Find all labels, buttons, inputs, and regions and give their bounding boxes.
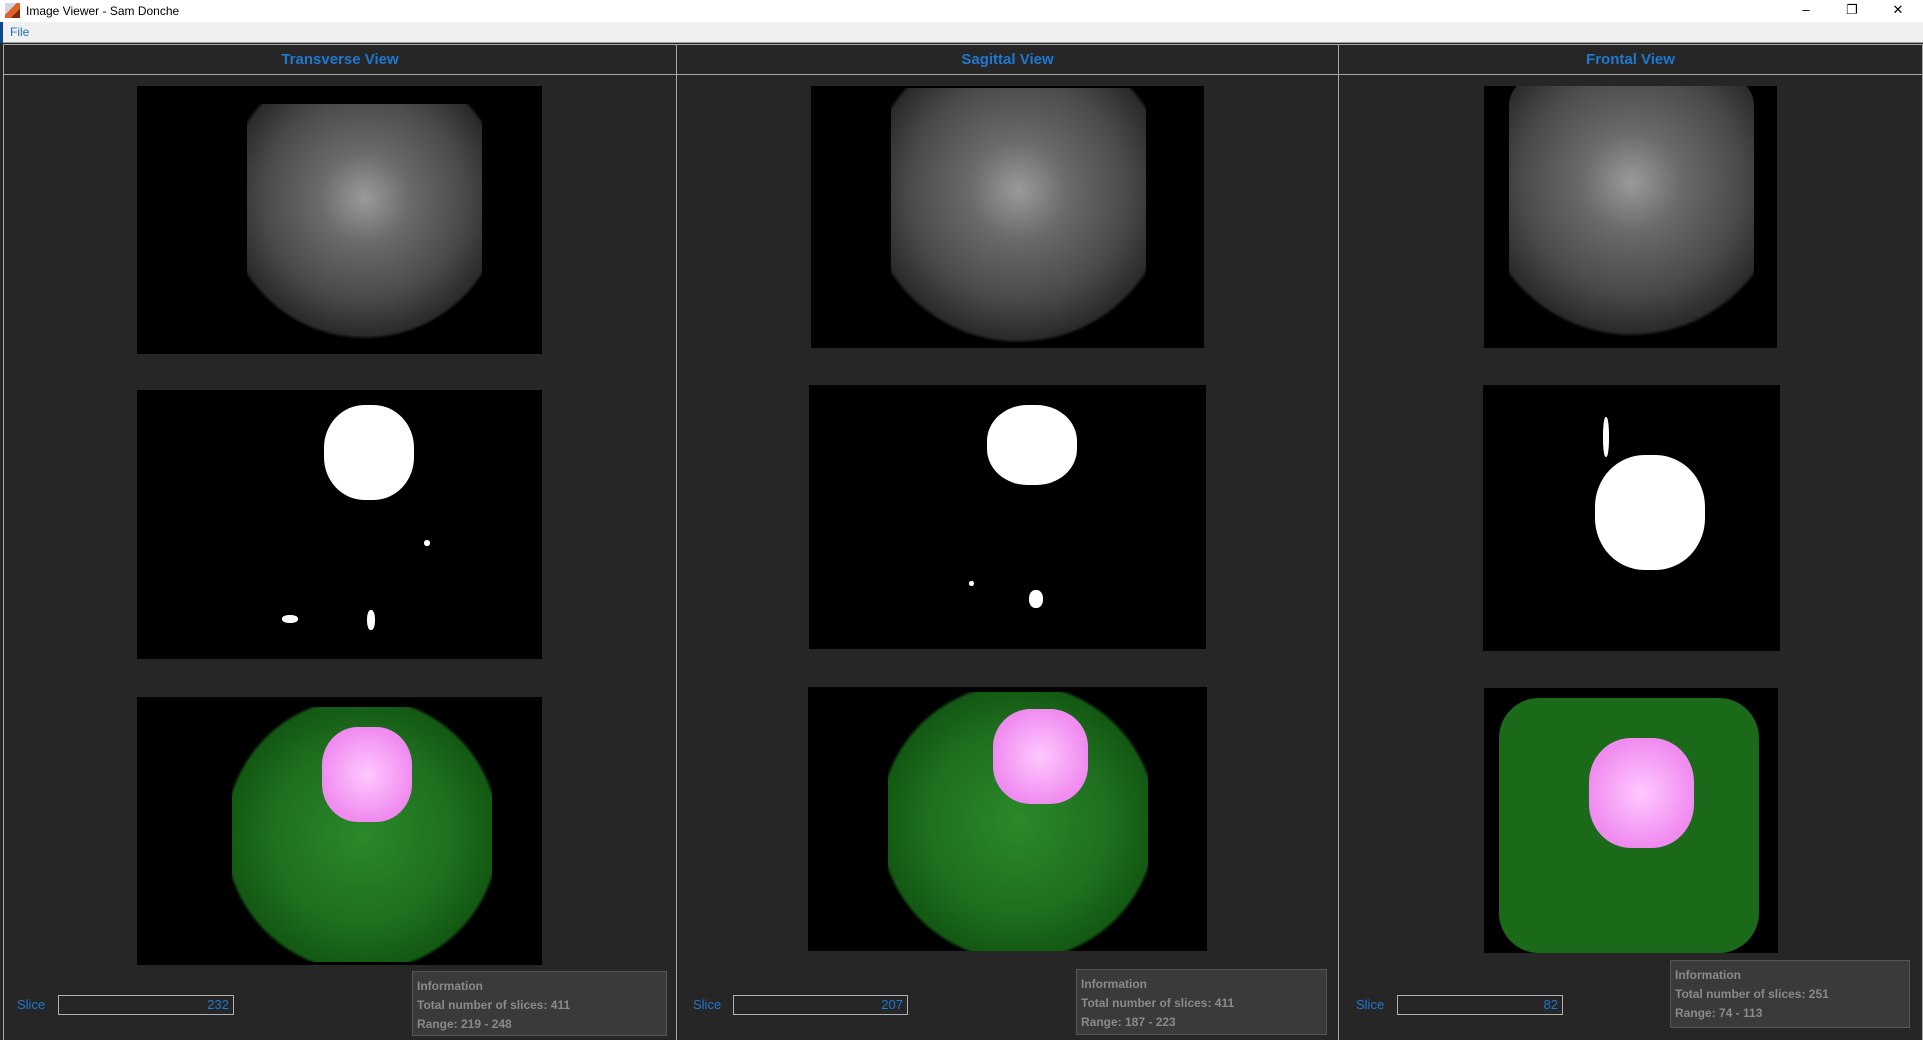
info-total: Total number of slices: 411 — [1081, 996, 1235, 1010]
frontal-slice-input[interactable]: 82 — [1397, 995, 1563, 1015]
panel-title: Transverse View — [4, 45, 676, 75]
frontal-overlay-image — [1484, 688, 1778, 953]
panel-title: Frontal View — [1339, 45, 1922, 75]
frontal-mask-image — [1483, 385, 1780, 651]
info-title: Information — [1675, 968, 1741, 982]
sagittal-info-box: Information Total number of slices: 411 … — [1076, 969, 1327, 1035]
sagittal-overlay-image — [808, 687, 1207, 951]
sagittal-slice-input[interactable]: 207 — [733, 995, 908, 1015]
info-total: Total number of slices: 251 — [1675, 987, 1829, 1001]
window-edge — [0, 22, 3, 43]
panel-title: Sagittal View — [677, 45, 1338, 75]
info-range: Range: 219 - 248 — [417, 1017, 512, 1031]
transverse-info-box: Information Total number of slices: 411 … — [412, 971, 667, 1036]
info-range: Range: 187 - 223 — [1081, 1015, 1176, 1029]
sagittal-original-image — [811, 86, 1204, 348]
minimize-button[interactable]: – — [1783, 0, 1829, 22]
title-bar: Image Viewer - Sam Donche – ❐ ✕ — [0, 0, 1923, 22]
close-button[interactable]: ✕ — [1875, 0, 1921, 22]
restore-button[interactable]: ❐ — [1829, 0, 1875, 22]
transverse-slice-input[interactable]: 232 — [58, 995, 234, 1015]
transverse-overlay-image — [137, 697, 542, 965]
menu-bar: File — [0, 22, 1923, 43]
info-total: Total number of slices: 411 — [417, 998, 571, 1012]
matlab-app-icon — [5, 3, 20, 18]
frontal-info-box: Information Total number of slices: 251 … — [1670, 960, 1910, 1028]
frontal-original-image — [1484, 86, 1777, 348]
info-title: Information — [417, 979, 483, 993]
info-title: Information — [1081, 977, 1147, 991]
sagittal-mask-image — [809, 385, 1206, 649]
transverse-mask-image — [137, 390, 542, 659]
transverse-original-image — [137, 86, 542, 354]
slice-label: Slice — [1356, 997, 1385, 1012]
info-range: Range: 74 - 113 — [1675, 1006, 1763, 1020]
window-title: Image Viewer - Sam Donche — [26, 4, 180, 18]
slice-label: Slice — [17, 997, 46, 1012]
slice-label: Slice — [693, 997, 722, 1012]
menu-file[interactable]: File — [10, 25, 29, 39]
